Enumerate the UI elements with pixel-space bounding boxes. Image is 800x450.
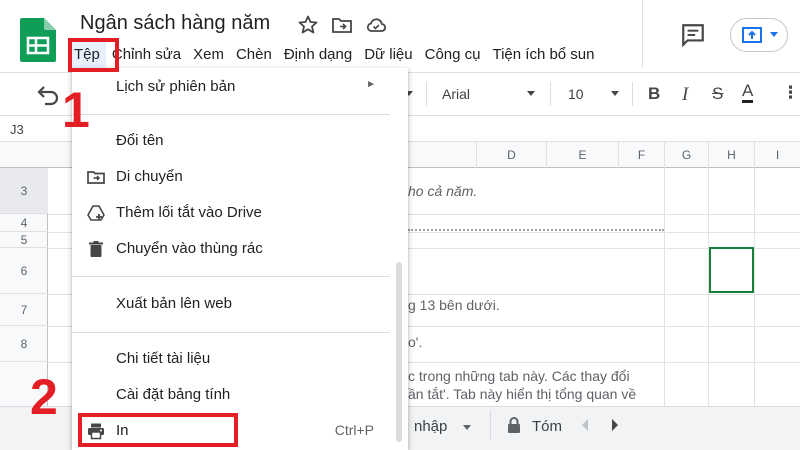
menu-bar: Tệp Chỉnh sửa Xem Chèn Định dạng Dữ liệu… [68, 42, 601, 70]
menu-item-trash[interactable]: Chuyển vào thùng rác [72, 232, 408, 266]
step-number-1: 1 [62, 82, 90, 138]
menu-addons[interactable]: Tiện ích bổ sun [486, 42, 600, 70]
google-sheets-logo[interactable] [20, 18, 56, 62]
present-icon [742, 27, 762, 43]
comment-history-icon[interactable] [680, 22, 706, 48]
chevron-down-icon [770, 32, 778, 37]
menu-scrollbar[interactable] [396, 262, 402, 442]
menu-item-details[interactable]: Chi tiết tài liệu [72, 342, 408, 376]
grid-line [664, 168, 665, 408]
move-folder-icon[interactable] [330, 13, 354, 37]
chevron-down-icon[interactable] [462, 424, 472, 432]
sheet-tab-label[interactable]: nhập [414, 418, 447, 435]
drive-shortcut-icon [87, 205, 105, 221]
bold-button[interactable]: B [648, 84, 660, 104]
keyboard-shortcut: Ctrl+P [334, 422, 374, 438]
row-header[interactable]: 3 [0, 168, 48, 214]
cell-text[interactable]: o'. [408, 334, 422, 350]
selected-cell-outline[interactable] [709, 247, 754, 293]
row-header[interactable]: 7 [0, 294, 48, 326]
document-title[interactable]: Ngân sách hàng năm [80, 12, 270, 35]
column-header[interactable]: G [664, 142, 708, 168]
cell-text[interactable]: g 13 bên dưới. [408, 297, 500, 313]
star-icon[interactable] [296, 13, 320, 37]
menu-item-label: Di chuyển [116, 168, 183, 185]
menu-item-label: Xuất bản lên web [116, 295, 232, 312]
menu-item-version-history[interactable]: Lịch sử phiên bản ► [72, 70, 408, 104]
present-button[interactable] [730, 18, 788, 52]
cloud-saved-icon[interactable] [364, 13, 388, 37]
move-folder-icon [87, 171, 105, 184]
cell-text[interactable]: ho cả năm. [408, 183, 477, 199]
row-header[interactable]: 6 [0, 248, 48, 294]
menu-insert[interactable]: Chèn [230, 42, 278, 70]
menu-format[interactable]: Định dạng [278, 42, 358, 70]
font-family-select[interactable]: Arial [442, 86, 470, 102]
chevron-right-icon[interactable] [610, 418, 620, 432]
menu-item-label: Đổi tên [116, 132, 164, 149]
menu-item-move[interactable]: Di chuyển [72, 160, 408, 194]
menu-item-label: Thêm lối tắt vào Drive [116, 204, 262, 221]
menu-item-label: Lịch sử phiên bản [116, 78, 236, 95]
menu-item-label: Cài đặt bảng tính [116, 386, 231, 403]
text-color-button[interactable]: A [742, 82, 754, 103]
menu-view[interactable]: Xem [187, 42, 230, 70]
menu-divider [72, 332, 390, 333]
menu-item-label: Chuyển vào thùng rác [116, 240, 263, 257]
toolbar-divider [426, 82, 427, 106]
cell-text[interactable]: ần tắt'. Tab này hiển thị tổng quan về [408, 386, 636, 402]
undo-icon[interactable] [36, 84, 60, 106]
toolbar-divider [632, 82, 633, 106]
chevron-left-icon[interactable] [580, 418, 590, 432]
dotted-divider [408, 229, 664, 231]
highlight-box-file-menu [68, 38, 119, 72]
row-header[interactable]: 4 [0, 214, 48, 232]
font-size-select[interactable]: 10 [568, 86, 584, 102]
toolbar-divider [550, 82, 551, 106]
row-header[interactable]: 5 [0, 232, 48, 248]
step-number-2: 2 [30, 369, 58, 425]
menu-item-publish[interactable]: Xuất bản lên web [72, 287, 408, 321]
menu-item-add-shortcut[interactable]: Thêm lối tắt vào Drive [72, 196, 408, 230]
strikethrough-button[interactable]: S [712, 84, 723, 104]
row-header[interactable]: 8 [0, 326, 48, 362]
submenu-arrow-icon: ► [366, 79, 376, 90]
menu-item-label: Chi tiết tài liệu [116, 350, 211, 367]
column-header[interactable]: H [708, 142, 754, 168]
chevron-down-icon[interactable] [526, 90, 536, 98]
sheet-tab-label[interactable]: Tóm [532, 418, 562, 435]
tab-divider [490, 410, 491, 440]
column-header[interactable]: E [546, 142, 618, 168]
name-box[interactable]: J3 [10, 122, 24, 137]
chevron-down-icon[interactable] [610, 90, 620, 98]
trash-icon [89, 241, 103, 257]
menu-divider [72, 276, 390, 277]
grid-line [754, 168, 755, 408]
column-header[interactable]: D [476, 142, 546, 168]
highlight-box-print [78, 413, 238, 447]
more-options-icon[interactable]: ⋮ [782, 83, 799, 103]
column-header[interactable]: F [618, 142, 664, 168]
menu-data[interactable]: Dữ liệu [358, 42, 418, 70]
menu-divider [72, 114, 390, 115]
lock-icon [508, 417, 520, 433]
menu-item-rename[interactable]: Đổi tên [72, 124, 408, 158]
menu-item-settings[interactable]: Cài đặt bảng tính [72, 378, 408, 412]
italic-button[interactable]: I [682, 84, 688, 106]
column-header[interactable]: I [754, 142, 800, 168]
menu-tools[interactable]: Công cụ [419, 42, 487, 70]
cell-text[interactable]: c trong những tab này. Các thay đổi [408, 368, 630, 384]
